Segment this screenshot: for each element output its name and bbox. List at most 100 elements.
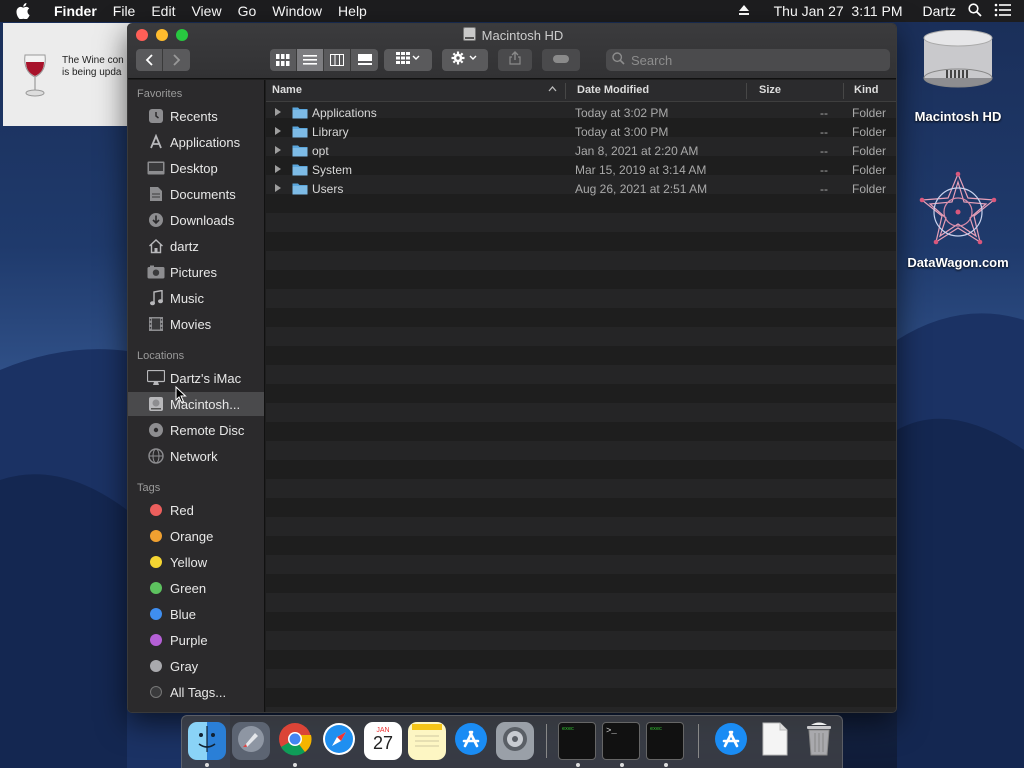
table-row[interactable]: opt Jan 8, 2021 at 2:20 AM -- Folder [266, 141, 896, 160]
disclosure-triangle-icon[interactable] [275, 184, 281, 192]
dock-calendar[interactable]: JAN 27 [364, 722, 402, 760]
trash-icon [805, 722, 833, 761]
disclosure-triangle-icon[interactable] [275, 165, 281, 173]
back-button[interactable] [136, 49, 163, 71]
wine-update-dialog[interactable]: The Wine con is being upda [3, 23, 133, 126]
table-row[interactable]: Library Today at 3:00 PM -- Folder [266, 122, 896, 141]
dock-chrome[interactable] [276, 722, 314, 760]
tag-color-dot-icon [145, 500, 167, 520]
dock-launchpad[interactable] [232, 722, 270, 760]
menu-window[interactable]: Window [264, 3, 330, 19]
menu-view[interactable]: View [183, 3, 229, 19]
menu-edit[interactable]: Edit [143, 3, 183, 19]
column-header-name[interactable]: Name [272, 84, 302, 96]
folder-icon [292, 182, 308, 198]
hard-drive-icon [923, 29, 993, 88]
sidebar-item-label: Documents [170, 186, 236, 202]
dock-terminal[interactable]: >_ [602, 722, 640, 760]
sidebar-item-pictures[interactable]: Pictures [128, 260, 264, 284]
dock-app-store-downloads[interactable] [712, 722, 750, 760]
disclosure-triangle-icon[interactable] [275, 127, 281, 135]
sidebar-location-3[interactable]: Network [128, 444, 264, 468]
sidebar-item-music[interactable]: Music [128, 286, 264, 310]
nav-buttons [136, 49, 190, 71]
file-size: -- [820, 106, 828, 120]
tag-color-dot-icon [145, 526, 167, 546]
dock-app-store[interactable] [452, 722, 490, 760]
hard-drive-icon [145, 394, 167, 414]
disclosure-triangle-icon[interactable] [275, 146, 281, 154]
tag-color-dot-icon [145, 630, 167, 650]
file-list[interactable]: Name Date Modified Size Kind Application… [266, 80, 896, 712]
desktop-icon [145, 158, 167, 178]
eject-icon[interactable] [738, 3, 750, 19]
dock-notes[interactable] [408, 722, 446, 760]
spotlight-search-icon[interactable] [968, 2, 982, 20]
sidebar-location-1[interactable]: Macintosh... [128, 392, 264, 416]
document-icon [761, 722, 789, 761]
sort-ascending-icon[interactable] [548, 83, 557, 95]
menu-file[interactable]: File [105, 3, 144, 19]
group-by-button[interactable] [384, 49, 432, 71]
sidebar-location-0[interactable]: Dartz's iMac [128, 366, 264, 390]
view-mode-selector [270, 49, 378, 71]
dock-terminal-exec-1[interactable]: exec [558, 722, 596, 760]
sidebar-item-applications[interactable]: Applications [128, 130, 264, 154]
tag-color-dot-icon [145, 604, 167, 624]
dock-finder[interactable] [188, 722, 226, 760]
sidebar-item-desktop[interactable]: Desktop [128, 156, 264, 180]
action-gear-button[interactable] [442, 49, 488, 71]
table-row[interactable]: Users Aug 26, 2021 at 2:51 AM -- Folder [266, 179, 896, 198]
apple-menu-icon[interactable] [16, 3, 40, 19]
column-header-kind[interactable]: Kind [854, 84, 878, 96]
menu-finder[interactable]: Finder [46, 3, 105, 19]
edit-tags-button[interactable] [542, 49, 580, 71]
desktop-icon-datawagon[interactable]: DataWagon.com [903, 170, 1013, 270]
sidebar-tag-red[interactable]: Red [128, 498, 264, 522]
app-store-folder-icon [714, 722, 748, 761]
sidebar-tag-orange[interactable]: Orange [128, 524, 264, 548]
icon-view-button[interactable] [270, 49, 297, 71]
menu-help[interactable]: Help [330, 3, 375, 19]
sidebar-tag-gray[interactable]: Gray [128, 654, 264, 678]
sidebar-tag-blue[interactable]: Blue [128, 602, 264, 626]
column-header-date[interactable]: Date Modified [577, 84, 649, 96]
disc-icon [145, 420, 167, 440]
dock-trash[interactable] [800, 722, 838, 760]
column-view-button[interactable] [324, 49, 351, 71]
sidebar-item-recents[interactable]: Recents [128, 104, 264, 128]
disclosure-triangle-icon[interactable] [275, 108, 281, 116]
folder-icon [292, 144, 308, 160]
column-header-size[interactable]: Size [759, 84, 781, 96]
sidebar-tag-green[interactable]: Green [128, 576, 264, 600]
dock-documents-stack[interactable] [756, 722, 794, 760]
dock-terminal-exec-2[interactable]: exec [646, 722, 684, 760]
sidebar-tag-purple[interactable]: Purple [128, 628, 264, 652]
gallery-view-button[interactable] [351, 49, 378, 71]
sidebar-item-documents[interactable]: Documents [128, 182, 264, 206]
sidebar-item-label: Dartz's iMac [170, 370, 242, 386]
tag-color-dot-icon [145, 578, 167, 598]
menu-go[interactable]: Go [230, 3, 265, 19]
sidebar-item-movies[interactable]: Movies [128, 312, 264, 336]
menubar-clock[interactable]: Thu Jan 27 3:11 PM [774, 3, 903, 19]
file-kind: Folder [852, 125, 887, 139]
sidebar-tag-yellow[interactable]: Yellow [128, 550, 264, 574]
share-button[interactable] [498, 49, 532, 71]
forward-button[interactable] [163, 49, 190, 71]
search-field[interactable]: Search [606, 49, 890, 71]
dock-safari[interactable] [320, 722, 358, 760]
list-view-button[interactable] [297, 49, 324, 71]
file-date: Jan 8, 2021 at 2:20 AM [575, 144, 699, 158]
window-toolbar[interactable]: Macintosh HD Search [128, 24, 896, 79]
sidebar-item-dartz[interactable]: dartz [128, 234, 264, 258]
desktop-icon-macintosh-hd[interactable]: Macintosh HD [903, 29, 1013, 124]
sidebar-location-2[interactable]: Remote Disc [128, 418, 264, 442]
notification-center-icon[interactable] [994, 3, 1012, 20]
table-row[interactable]: System Mar 15, 2019 at 3:14 AM -- Folder [266, 160, 896, 179]
sidebar-tag-alltags[interactable]: All Tags... [128, 680, 264, 704]
table-row[interactable]: Applications Today at 3:02 PM -- Folder [266, 103, 896, 122]
menubar-user[interactable]: Dartz [923, 3, 956, 19]
dock-system-preferences[interactable] [496, 722, 534, 760]
sidebar-item-downloads[interactable]: Downloads [128, 208, 264, 232]
